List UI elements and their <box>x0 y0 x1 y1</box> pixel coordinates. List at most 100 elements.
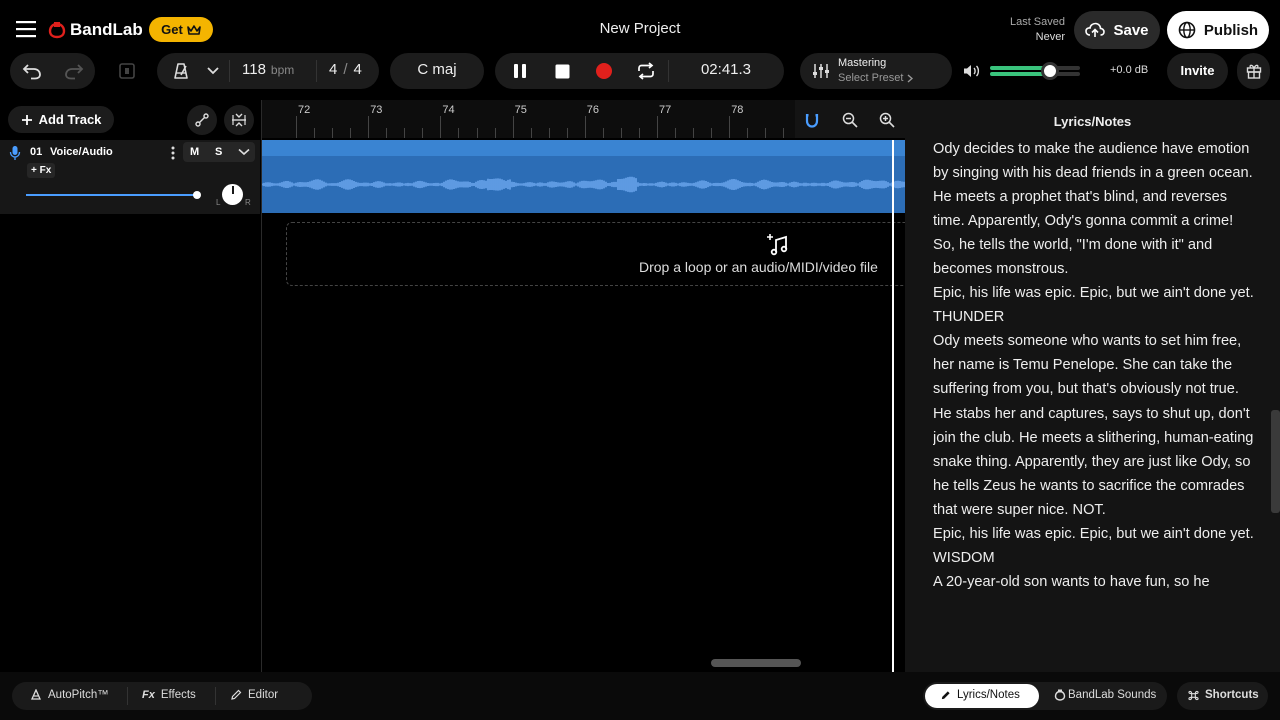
ruler-tick <box>314 128 316 138</box>
get-label: Get <box>161 22 183 37</box>
autopitch-button[interactable]: AutoPitch™ <box>30 689 109 701</box>
lyrics-line: Ody decides to make the audience have em… <box>933 141 1257 278</box>
pan-knob[interactable] <box>222 184 243 205</box>
add-track-label: Add Track <box>38 112 102 127</box>
command-icon <box>1188 690 1199 701</box>
save-button[interactable]: Save <box>1074 11 1160 49</box>
effects-label: Effects <box>160 689 196 701</box>
tempo-value: 118 <box>242 61 266 78</box>
ruler-tick <box>711 128 713 138</box>
track-number: 01 <box>30 146 43 158</box>
zoom-in-icon[interactable] <box>878 111 896 129</box>
audio-clip[interactable] <box>262 140 905 213</box>
ruler-tick <box>638 128 640 138</box>
editor-button[interactable]: Editor <box>230 689 278 701</box>
solo-button[interactable]: S <box>215 146 222 158</box>
ruler-tick <box>765 128 767 138</box>
lyrics-line: Epic, his life was epic. Epic, but we ai… <box>933 285 1254 302</box>
get-membership-button[interactable]: Get <box>149 17 213 42</box>
ruler-tick <box>386 128 388 138</box>
divider <box>127 687 128 705</box>
ruler-tick <box>512 116 514 138</box>
bandlab-sounds-icon <box>1054 689 1066 701</box>
ruler-bar-number: 74 <box>442 104 455 116</box>
drop-zone-text: Drop a loop or an audio/MIDI/video file <box>639 259 878 275</box>
waveform <box>262 176 905 193</box>
playhead[interactable] <box>892 140 894 672</box>
ruler-tick <box>404 128 406 138</box>
add-fx-button[interactable]: + Fx <box>27 163 56 178</box>
last-saved-label: Last Saved <box>1009 16 1065 28</box>
zoom-out-icon[interactable] <box>841 111 859 129</box>
stop-icon[interactable] <box>551 61 573 81</box>
lyrics-line: THUNDER <box>933 309 1005 326</box>
undo-icon[interactable] <box>20 60 44 82</box>
time-sig-numerator: 4 <box>329 61 338 78</box>
fit-tracks-button[interactable] <box>224 105 254 135</box>
crown-icon <box>187 24 201 36</box>
snap-magnet-icon[interactable] <box>803 111 821 129</box>
ruler-tick <box>620 128 622 138</box>
lyrics-tab-label: Lyrics/Notes <box>957 689 1020 701</box>
metronome-icon[interactable] <box>170 61 192 81</box>
publish-button[interactable]: Publish <box>1167 11 1269 49</box>
fx-icon: Fx <box>142 689 155 701</box>
ruler-tick <box>350 128 352 138</box>
add-track-button[interactable]: Add Track <box>8 106 114 133</box>
effects-button[interactable]: Fx Effects <box>142 689 196 701</box>
lyrics-text-area[interactable]: Ody decides to make the audience have em… <box>933 137 1258 669</box>
add-music-icon <box>765 231 791 257</box>
ruler-tick <box>296 116 297 138</box>
project-title[interactable]: New Project <box>540 20 740 37</box>
mastering-preset: Select Preset <box>838 72 914 84</box>
chevron-right-icon <box>907 73 914 83</box>
pause-icon[interactable] <box>509 61 531 81</box>
track-header[interactable]: 01 Voice/Audio M S + Fx L R <box>0 140 260 214</box>
ruler-bar-number: 76 <box>586 104 600 116</box>
expand-track-icon[interactable] <box>236 146 252 158</box>
track-volume-slider[interactable] <box>26 194 196 196</box>
shortcuts-label: Shortcuts <box>1205 689 1259 701</box>
pan-left-label: L <box>216 198 221 207</box>
divider <box>316 60 317 82</box>
loop-icon[interactable] <box>635 61 657 81</box>
ruler-tick <box>729 116 731 138</box>
lyrics-line: A 20-year-old son wants to have fun, so … <box>933 573 1210 590</box>
ruler-bar-number: 78 <box>731 104 744 116</box>
master-volume-slider[interactable] <box>990 66 1080 76</box>
time-display[interactable]: 02:41.3 <box>668 61 784 78</box>
volume-icon[interactable] <box>961 62 981 80</box>
last-saved-status: Last Saved Never <box>990 15 1065 45</box>
ruler-tick <box>476 128 478 138</box>
menu-icon[interactable] <box>14 18 38 40</box>
bandlab-logo[interactable]: BandLab <box>48 18 143 42</box>
track-name[interactable]: Voice/Audio <box>50 146 113 158</box>
ruler-tick <box>458 128 460 138</box>
more-options-icon[interactable] <box>168 145 178 161</box>
lyrics-line: WISDOM <box>933 549 995 566</box>
chevron-down-icon[interactable] <box>204 62 222 80</box>
mute-button[interactable]: M <box>190 146 199 158</box>
ruler-tick <box>494 128 496 138</box>
ruler-bar-number: 77 <box>659 104 672 116</box>
pen-icon <box>940 690 951 701</box>
tempo-field[interactable]: 118 bpm <box>242 61 294 78</box>
tab-bandlab-sounds[interactable]: BandLab Sounds <box>1054 689 1156 701</box>
record-icon[interactable] <box>593 61 615 81</box>
lyrics-line: Ody meets someone who wants to set him f… <box>933 333 1258 518</box>
automation-button[interactable] <box>187 105 217 135</box>
sounds-tab-label: BandLab Sounds <box>1068 689 1157 701</box>
redo-icon[interactable] <box>62 60 86 82</box>
editor-label: Editor <box>248 689 279 701</box>
volume-knob[interactable] <box>1041 62 1059 80</box>
waveform-path <box>262 176 905 193</box>
cycle-region-icon[interactable] <box>115 60 139 82</box>
horizontal-scrollbar[interactable] <box>711 659 801 667</box>
time-sig-denominator: 4 <box>353 61 362 78</box>
ruler-bar-number: 72 <box>298 104 311 116</box>
drop-zone[interactable] <box>286 222 911 286</box>
track-volume-handle[interactable] <box>193 191 201 199</box>
time-signature-field[interactable]: 4 / 4 <box>329 61 362 78</box>
vertical-scrollbar[interactable] <box>1271 410 1280 513</box>
automation-icon <box>194 112 210 128</box>
